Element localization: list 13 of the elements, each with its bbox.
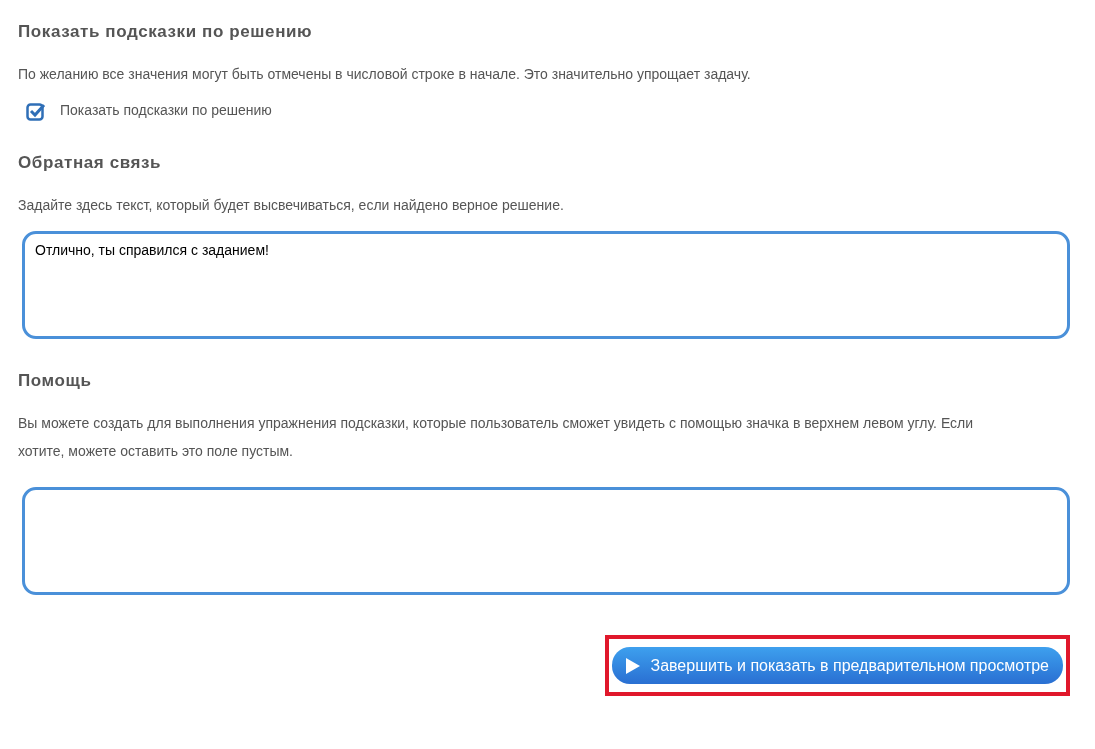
checkbox[interactable] <box>26 100 46 121</box>
finish-preview-button[interactable]: Завершить и показать в предварительном просмотре <box>612 647 1063 684</box>
play-icon <box>626 657 641 674</box>
section-heading: Обратная связь <box>18 152 163 174</box>
text-input-field[interactable] <box>22 487 1070 595</box>
section-description: По желанию все значения могут быть отмечены в числовой строке в начале. Это значительно упрощает задачу. <box>18 65 752 84</box>
checkbox-label: Показать подсказки по решению <box>60 101 272 120</box>
section-description: Задайте здесь текст, который будет высвечиваться, если найдено верное решение. <box>18 196 565 215</box>
checkmark-icon <box>26 100 46 121</box>
section-heading: Показать подсказки по решению <box>18 21 314 43</box>
section-description: Вы можете создать для выполнения упражнения подсказки, которые пользователь сможет увидеть с помощью значка в верхнем левом углу. Если хотите, можете оставить это поле пустым. <box>18 414 975 461</box>
text-input-field[interactable]: Отлично, ты справился с заданием! <box>22 231 1070 339</box>
section-heading: Помощь <box>18 370 93 392</box>
